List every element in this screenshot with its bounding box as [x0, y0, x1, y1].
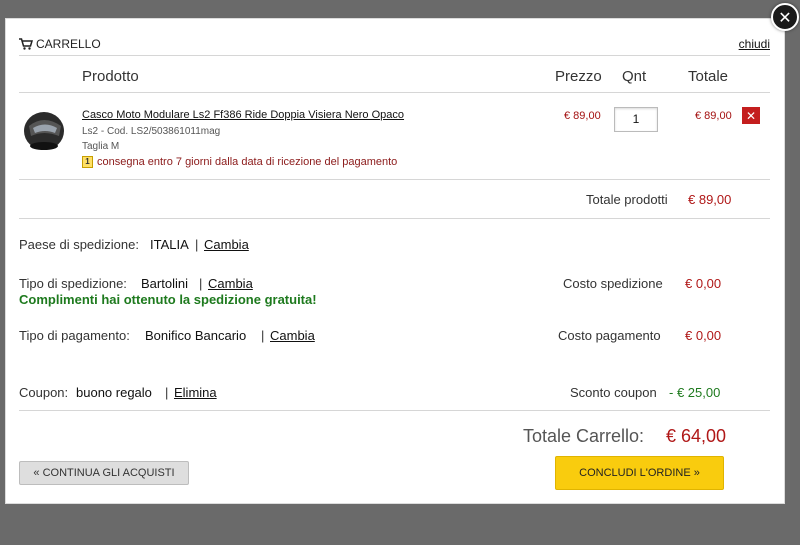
shipping-type-value: Bartolini [141, 276, 188, 291]
separator: | [261, 328, 265, 343]
product-name-link[interactable]: Casco Moto Modulare Ls2 Ff386 Ride Doppi… [82, 109, 404, 121]
payment-type-value: Bonifico Bancario [145, 328, 247, 343]
cart-title: CARRELLO [36, 37, 101, 51]
products-total-value: € 89,00 [688, 192, 732, 207]
separator: | [165, 385, 169, 400]
remove-coupon-link[interactable]: Elimina [174, 385, 217, 400]
item-total: € 89,00 [695, 110, 732, 122]
divider [19, 179, 770, 180]
payment-cost-value: € 0,00 [685, 328, 722, 343]
cart-header: CARRELLO chiudi [19, 33, 770, 55]
product-code: Ls2 - Cod. LS2/503861011mag [82, 126, 221, 137]
column-price: Prezzo [555, 68, 602, 85]
column-product: Prodotto [82, 68, 139, 85]
coupon-value: buono regalo [76, 385, 152, 400]
calendar-icon: 1 [82, 156, 93, 168]
continue-shopping-button[interactable]: « CONTINUA GLI ACQUISTI [19, 461, 189, 485]
delivery-text: consegna entro 7 giorni dalla data di ri… [97, 156, 398, 168]
delivery-note: 1 consegna entro 7 giorni dalla data di … [82, 156, 397, 168]
grand-total-label: Totale Carrello: [523, 426, 645, 446]
grand-total-value: € 64,00 [666, 426, 727, 446]
shipping-country-label: Paese di spedizione: [19, 237, 139, 252]
coupon-discount-label: Sconto coupon [570, 385, 657, 400]
divider [19, 92, 770, 93]
separator: | [195, 237, 199, 252]
divider [19, 55, 770, 56]
payment-cost-label: Costo pagamento [558, 328, 661, 343]
shipping-type-label: Tipo di spedizione: [19, 276, 127, 291]
helmet-thumbnail[interactable] [19, 104, 69, 156]
product-size: Taglia M [82, 141, 120, 152]
change-shipping-link[interactable]: Cambia [208, 276, 253, 291]
divider [19, 218, 770, 219]
close-link[interactable]: chiudi [739, 37, 770, 51]
change-country-link[interactable]: Cambia [204, 237, 249, 252]
shipping-cost-value: € 0,00 [685, 276, 722, 291]
quantity-input[interactable]: 1 [614, 107, 658, 132]
shipping-cost-label: Costo spedizione [563, 276, 663, 291]
shipping-country-value: ITALIA [150, 237, 189, 252]
column-qty: Qnt [622, 68, 647, 85]
checkout-button[interactable]: CONCLUDI L'ORDINE » [555, 456, 724, 490]
column-total: Totale [688, 68, 729, 85]
close-icon[interactable]: ✕ [771, 3, 799, 31]
cart-icon [19, 38, 33, 50]
change-payment-link[interactable]: Cambia [270, 328, 315, 343]
separator: | [199, 276, 203, 291]
coupon-discount-value: - € 25,00 [669, 385, 721, 400]
payment-type-label: Tipo di pagamento: [19, 328, 130, 343]
free-shipping-message: Complimenti hai ottenuto la spedizione g… [19, 292, 317, 307]
item-price: € 89,00 [564, 110, 601, 122]
divider [19, 410, 770, 411]
products-total-label: Totale prodotti [586, 192, 668, 207]
remove-icon[interactable]: ✕ [742, 107, 760, 124]
coupon-label: Coupon: [19, 385, 69, 400]
cart-modal: CARRELLO chiudi Prodotto Prezzo Qnt Tota… [5, 18, 785, 504]
